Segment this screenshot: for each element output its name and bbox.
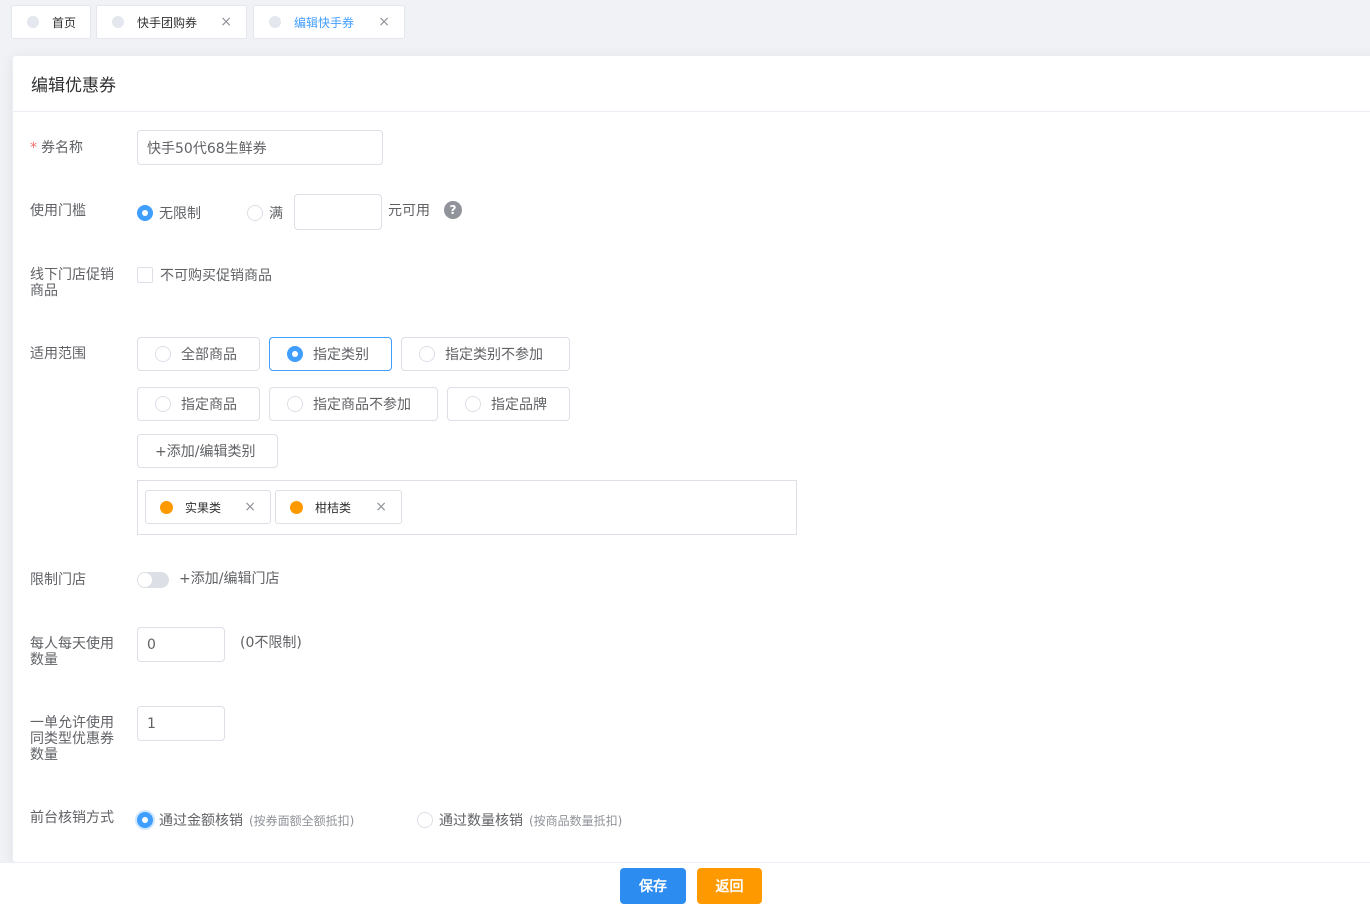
required-asterisk: * [30,140,37,156]
scope-option-category[interactable]: 指定类别 [269,337,392,371]
orange-dot-icon [290,500,303,514]
tab-label: 编辑快手券 [294,15,355,30]
add-edit-category-button[interactable]: +添加/编辑类别 [137,434,278,468]
threshold-full-radio[interactable]: 满 [247,203,283,223]
tab-status-dot-icon [27,16,39,28]
radio-checked-icon [137,205,153,221]
radio-unchecked-icon [247,205,263,221]
tab-label: 首页 [52,15,77,30]
radio-unchecked-icon [155,346,171,362]
radio-unchecked-icon [155,396,171,412]
orange-dot-icon [160,500,173,514]
scope-option-all[interactable]: 全部商品 [137,337,260,371]
verify-method-label: 前台核销方式 [30,810,114,826]
verify-amount-radio[interactable]: 通过金额核销 (按券面额全额抵扣) [137,810,354,830]
scope-option-product-exclude[interactable]: 指定商品不参加 [269,387,438,421]
tab-home[interactable]: 首页 [11,5,91,39]
category-tag: 实果类 × [145,490,271,524]
back-button[interactable]: 返回 [697,868,762,904]
store-limit-switch[interactable] [137,572,169,588]
radio-unchecked-icon [417,812,433,828]
tab-bar: 首页 快手团购券 × 编辑快手券 × [0,0,1370,52]
threshold-unlimited-radio[interactable]: 无限制 [137,203,201,223]
close-icon[interactable]: × [244,499,256,515]
daily-limit-hint: (0不限制) [240,635,302,651]
threshold-suffix: 元可用 [388,203,430,219]
daily-limit-input[interactable]: 0 [137,627,225,662]
question-circle-icon[interactable]: ? [444,201,462,219]
tab-kuaishou-group-coupon[interactable]: 快手团购券 × [96,5,247,39]
tab-status-dot-icon [112,16,124,28]
threshold-amount-input[interactable] [294,194,382,230]
coupon-name-input[interactable]: 快手50代68生鲜券 [137,130,383,165]
scope-label: 适用范围 [30,346,86,362]
radio-checked-icon [137,812,153,828]
scope-option-category-exclude[interactable]: 指定类别不参加 [401,337,570,371]
footer-bar: 保存 返回 [0,862,1370,909]
verify-quantity-radio[interactable]: 通过数量核销 (按商品数量抵扣) [417,810,622,830]
coupon-name-label: * 券名称 [30,140,83,156]
radio-unchecked-icon [287,396,303,412]
category-tag-box: 实果类 × 柑桔类 × [137,480,797,535]
radio-checked-icon [287,346,303,362]
switch-knob [138,573,152,587]
close-icon[interactable]: × [220,14,232,30]
tab-edit-kuaishou-coupon[interactable]: 编辑快手券 × [253,5,405,39]
threshold-label: 使用门槛 [30,203,86,219]
scope-option-brand[interactable]: 指定品牌 [447,387,570,421]
daily-limit-label: 每人每天使用 数量 [30,636,114,668]
close-icon[interactable]: × [378,14,390,30]
card-title: 编辑优惠券 [13,56,1370,112]
radio-unchecked-icon [419,346,435,362]
tab-label: 快手团购券 [137,15,198,30]
scope-option-product[interactable]: 指定商品 [137,387,260,421]
close-icon[interactable]: × [375,499,387,515]
store-limit-label: 限制门店 [30,572,86,588]
save-button[interactable]: 保存 [620,868,686,904]
tab-status-dot-icon [269,16,281,28]
no-promo-checkbox[interactable]: 不可购买促销商品 [137,265,272,285]
order-limit-input[interactable]: 1 [137,706,225,741]
order-limit-label: 一单允许使用 同类型优惠券 数量 [30,715,114,763]
add-edit-store-link[interactable]: +添加/编辑门店 [179,571,279,587]
checkbox-box [137,267,153,283]
offline-promo-label: 线下门店促销 商品 [30,267,114,299]
radio-unchecked-icon [465,396,481,412]
category-tag: 柑桔类 × [275,490,402,524]
